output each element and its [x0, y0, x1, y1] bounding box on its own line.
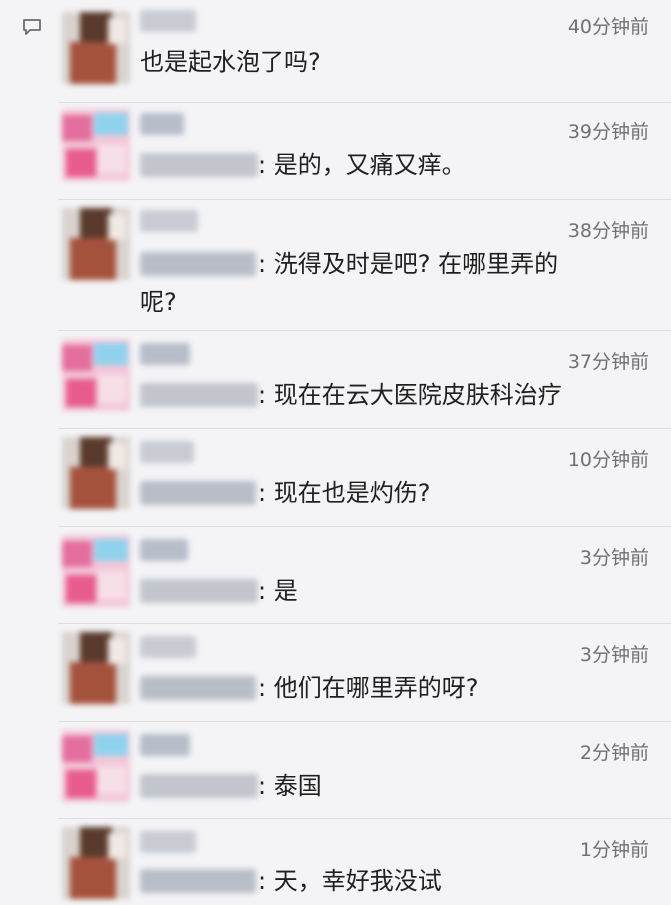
comment-text: 也是起水泡了吗? [140, 48, 321, 76]
comment-item[interactable]: 40分钟前 也是起水泡了吗? [0, 0, 671, 102]
avatar[interactable] [62, 339, 130, 411]
avatar[interactable] [62, 109, 130, 181]
comment-text: : 现在也是灼伤? [258, 479, 431, 507]
comment-item[interactable]: 1分钟前 : 天，幸好我没试 [0, 819, 671, 905]
comment-item[interactable]: 39分钟前 : 是的，又痛又痒。 [0, 103, 671, 199]
comment-item[interactable]: 3分钟前 : 是 [0, 527, 671, 623]
username-blurred [140, 734, 190, 756]
timestamp: 1分钟前 [579, 839, 649, 861]
comment-item[interactable]: 10分钟前 : 现在也是灼伤? [0, 429, 671, 526]
username-blurred [140, 113, 184, 135]
username-blurred [140, 441, 194, 463]
username-blurred [140, 153, 258, 177]
comment-thread: 40分钟前 也是起水泡了吗? 39分钟前 : 是的，又痛又痒。 38分钟前 : … [0, 0, 671, 905]
timestamp: 37分钟前 [567, 351, 649, 373]
username-blurred [140, 774, 258, 798]
username-blurred [140, 210, 198, 232]
comment-item[interactable]: 38分钟前 : 洗得及时是吧? 在哪里弄的 呢? [0, 200, 671, 330]
username-blurred [140, 252, 256, 276]
username-blurred [140, 343, 190, 365]
timestamp: 40分钟前 [567, 16, 649, 38]
username-blurred [140, 636, 196, 658]
comment-item[interactable]: 3分钟前 : 他们在哪里弄的呀? [0, 624, 671, 721]
avatar[interactable] [62, 827, 130, 899]
username-blurred [140, 869, 256, 893]
username-blurred [140, 539, 188, 561]
timestamp: 3分钟前 [579, 547, 649, 569]
username-blurred [140, 831, 196, 853]
comment-text: : 他们在哪里弄的呀? [258, 674, 479, 702]
avatar[interactable] [62, 632, 130, 704]
comment-item[interactable]: 37分钟前 : 现在在云大医院皮肤科治疗 [0, 331, 671, 428]
timestamp: 2分钟前 [579, 742, 649, 764]
timestamp: 3分钟前 [579, 644, 649, 666]
comment-text-continued: 呢? [140, 288, 177, 316]
timestamp: 10分钟前 [567, 449, 649, 471]
comment-item[interactable]: 2分钟前 : 泰国 [0, 722, 671, 818]
avatar[interactable] [62, 437, 130, 509]
avatar[interactable] [62, 730, 130, 802]
comment-text: : 天，幸好我没试 [258, 867, 442, 895]
username-blurred [140, 579, 258, 603]
timestamp: 38分钟前 [567, 220, 649, 242]
comment-text: : 是的，又痛又痒。 [258, 151, 466, 179]
comment-text: : 洗得及时是吧? 在哪里弄的 [258, 250, 559, 278]
timestamp: 39分钟前 [567, 121, 649, 143]
avatar[interactable] [62, 208, 130, 280]
username-blurred [140, 481, 256, 505]
username-blurred [140, 10, 196, 32]
comment-text: : 是 [258, 577, 298, 605]
avatar[interactable] [62, 535, 130, 607]
avatar[interactable] [62, 12, 130, 84]
username-blurred [140, 676, 256, 700]
comment-text: : 泰国 [258, 772, 322, 800]
username-blurred [140, 383, 258, 407]
comment-text: : 现在在云大医院皮肤科治疗 [258, 381, 562, 409]
